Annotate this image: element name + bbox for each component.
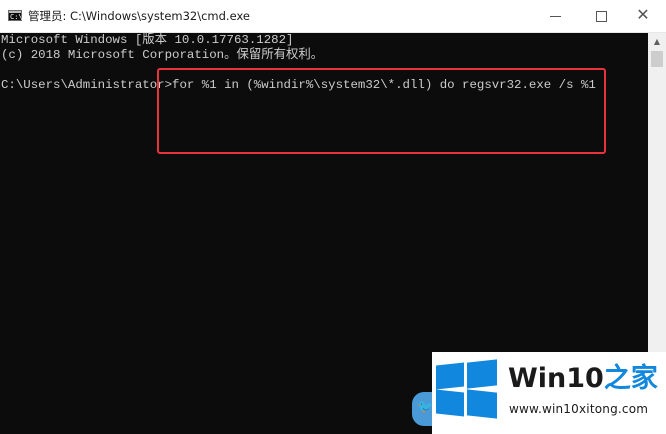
watermark-title: Win10之家 — [508, 364, 658, 394]
logo-pane — [467, 359, 497, 389]
maximize-button[interactable] — [578, 0, 624, 32]
title-bar[interactable]: C:\ 管理员: C:\Windows\system32\cmd.exe ✕ — [0, 0, 666, 33]
cmd-app-icon[interactable]: C:\ — [8, 10, 23, 21]
watermark-url: www.win10xitong.com — [509, 402, 649, 416]
watermark-accent: 之家 — [603, 363, 658, 394]
logo-pane — [467, 389, 497, 419]
bird-icon: 🐦 — [417, 400, 434, 415]
cmd-icon-glyph: C:\ — [10, 13, 23, 21]
watermark: Win10之家 www.win10xitong.com — [432, 352, 666, 434]
logo-pane — [436, 389, 464, 417]
windows-logo-icon — [436, 359, 498, 420]
watermark-brand: Win10 — [508, 363, 604, 394]
scroll-thumb[interactable] — [651, 51, 663, 67]
maximize-icon — [596, 11, 607, 22]
minimize-button[interactable] — [532, 0, 578, 32]
scroll-up-arrow-icon[interactable]: ▲ — [648, 33, 666, 50]
close-button[interactable]: ✕ — [620, 0, 666, 32]
close-icon: ✕ — [636, 5, 650, 24]
minimize-icon — [550, 16, 561, 17]
window-title: 管理员: C:\Windows\system32\cmd.exe — [28, 9, 250, 23]
logo-pane — [436, 362, 464, 390]
command-highlight-box — [157, 68, 606, 154]
